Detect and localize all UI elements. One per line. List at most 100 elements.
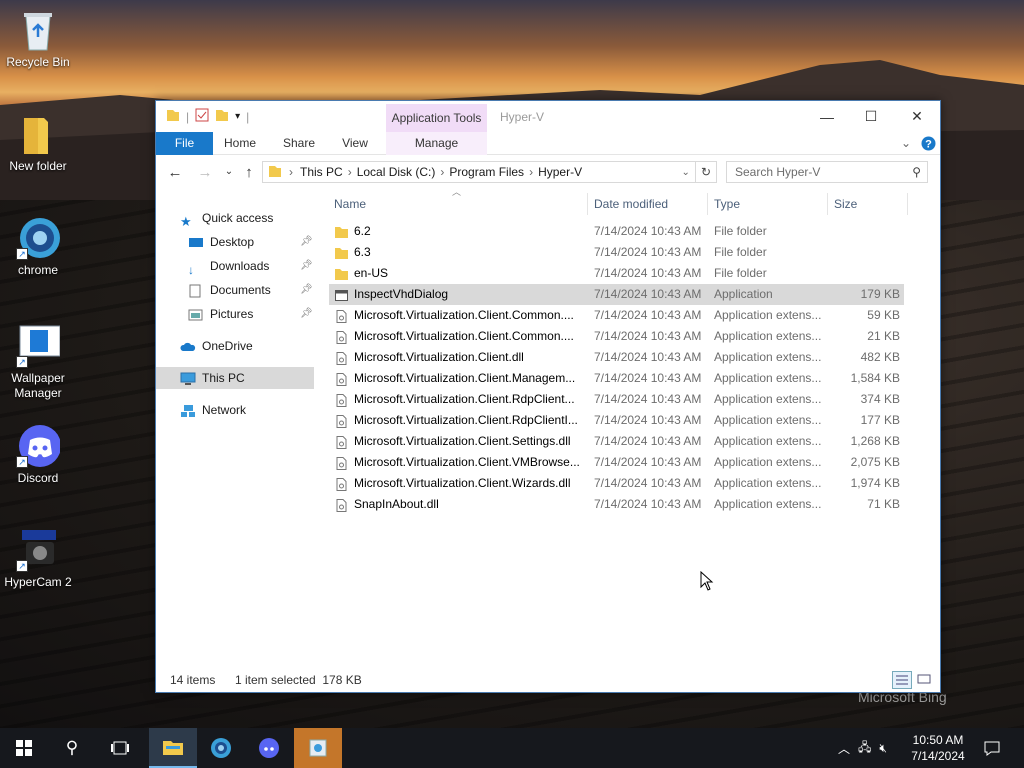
file-row[interactable]: Microsoft.Virtualization.Client.Wizards.… [329,473,904,494]
column-header-date-modified[interactable]: Date modified [588,193,708,215]
new-folder-icon[interactable] [215,108,229,125]
task-view-button[interactable] [96,728,144,768]
nav-documents[interactable]: Documents 📌︎ [156,279,314,301]
desktop-icon-chrome[interactable]: ↗ chrome [0,216,76,278]
file-row[interactable]: Microsoft.Virtualization.Client.dll 7/14/… [329,347,904,368]
file-explorer-window[interactable]: | ▾ | Application Tools Hyper-V — ☐ ✕ Fi… [155,100,941,693]
file-row[interactable]: SnapInAbout.dll 7/14/2024 10:43 AM Applica… [329,494,904,515]
desktop-icon-discord[interactable]: ↗ Discord [0,424,76,486]
search-icon: ⚲ [912,165,921,179]
file-row[interactable]: Microsoft.Virtualization.Client.RdpClien… [329,389,904,410]
file-size [827,221,902,242]
taskbar-file-explorer[interactable] [149,728,197,768]
search-button[interactable]: ⚲ [48,728,96,768]
desktop-icon-label: New folder [9,159,67,173]
file-row[interactable]: 6.2 7/14/2024 10:43 AM File folder [329,221,904,242]
recycle-bin-icon [16,8,60,52]
folder-icon [335,267,348,280]
address-dropdown-icon[interactable]: ⌄ [677,167,695,178]
nav-downloads[interactable]: ↓ Downloads 📌︎ [156,255,314,277]
desktop-icon-new-folder[interactable]: New folder [0,112,76,174]
file-row[interactable]: en-US 7/14/2024 10:43 AM File folder [329,263,904,284]
tab-home[interactable]: Home [218,132,262,155]
desktop-icon-hypercam[interactable]: ↗ HyperCam 2 [0,528,76,590]
large-icons-view-icon[interactable] [916,671,934,689]
column-header-name[interactable]: Name [328,193,588,215]
tab-manage[interactable]: Manage [386,132,487,155]
file-row[interactable]: Microsoft.Virtualization.Client.VMBrowse… [329,452,904,473]
column-header-size[interactable]: Size [828,193,908,215]
breadcrumb-local-disk[interactable]: Local Disk (C:) [352,165,441,179]
up-arrow-icon[interactable]: ↑ [240,164,258,181]
maximize-button[interactable]: ☐ [848,101,894,132]
desktop-icon-wallpaper-manager[interactable]: ↗ Wallpaper Manager [0,324,76,401]
volume-muted-icon[interactable]: 🔇︎ [879,741,887,756]
minimize-button[interactable]: — [804,101,850,132]
window-title: Hyper-V [500,110,545,124]
file-date: 7/14/2024 10:43 AM [594,266,702,280]
start-button[interactable] [0,728,48,768]
shortcut-arrow-icon: ↗ [16,560,28,572]
file-row[interactable]: Microsoft.Virtualization.Client.RdpClien… [329,410,904,431]
close-button[interactable]: ✕ [894,101,940,132]
nav-this-pc[interactable]: This PC [156,367,314,389]
properties-icon[interactable] [195,108,209,125]
details-view-icon[interactable] [892,671,912,689]
taskbar-discord[interactable] [245,728,293,768]
nav-network[interactable]: Network [156,399,314,421]
title-bar[interactable]: | ▾ | Application Tools Hyper-V — ☐ ✕ [156,101,940,132]
file-row[interactable]: Microsoft.Virtualization.Client.Common..… [329,305,904,326]
expand-ribbon-icon[interactable]: ⌄ [898,132,914,155]
pin-icon[interactable]: 📌︎ [300,303,313,325]
file-type: Application [714,287,773,301]
tab-share[interactable]: Share [277,132,321,155]
chevron-down-icon[interactable]: ▾ [235,111,240,122]
search-input[interactable]: Search Hyper-V ⚲ [726,161,928,183]
network-status-icon[interactable]: 🖧︎ [858,738,871,759]
file-name-cell: 6.3 [329,242,587,263]
desktop-icon-recycle-bin[interactable]: Recycle Bin [0,8,76,70]
file-row[interactable]: Microsoft.Virtualization.Client.Managem.… [329,368,904,389]
notifications-button[interactable] [974,728,1010,768]
system-tray: ︿ 🖧︎ 🔇︎ [838,728,895,768]
file-name: 6.2 [354,224,371,238]
cloud-icon [180,339,196,353]
clock-time: 10:50 AM [912,733,964,747]
taskbar-app[interactable] [294,728,342,768]
separator: | [246,109,250,124]
picture-icon [188,307,204,321]
file-name: Microsoft.Virtualization.Client.Settings… [354,434,571,448]
show-hidden-icons-chevron-icon[interactable]: ︿ [838,740,850,757]
file-row[interactable]: Microsoft.Virtualization.Client.Common..… [329,326,904,347]
taskbar-chrome[interactable] [197,728,245,768]
recent-locations-chevron-icon[interactable]: ⌄ [220,166,238,177]
desktop-icon-label: Wallpaper Manager [11,371,65,400]
pin-icon[interactable]: 📌︎ [300,231,313,253]
address-bar[interactable]: › This PC › Local Disk (C:) › Program Fi… [262,161,717,183]
nav-desktop[interactable]: Desktop 📌︎ [156,231,314,253]
forward-arrow-icon[interactable]: → [196,164,214,181]
file-name: Microsoft.Virtualization.Client.Common..… [354,308,574,322]
breadcrumb-program-files[interactable]: Program Files [444,165,529,179]
column-header-type[interactable]: Type [708,193,828,215]
file-name: Microsoft.Virtualization.Client.dll [354,350,524,364]
file-row[interactable]: InspectVhdDialog 7/14/2024 10:43 AM Applic… [329,284,904,305]
file-size: 21 KB [867,329,900,343]
tab-view[interactable]: View [333,132,377,155]
breadcrumb-hyper-v[interactable]: Hyper-V [533,165,587,179]
help-icon[interactable]: ? [920,132,936,155]
file-type: Application extens... [714,392,822,406]
refresh-icon[interactable]: ↻ [694,162,716,182]
pin-icon[interactable]: 📌︎ [300,255,313,277]
system-clock[interactable]: 10:50 AM 7/14/2024 [905,732,971,764]
back-arrow-icon[interactable]: ← [166,164,184,181]
file-row[interactable]: 6.3 7/14/2024 10:43 AM File folder [329,242,904,263]
nav-onedrive[interactable]: OneDrive [156,335,314,357]
file-row[interactable]: Microsoft.Virtualization.Client.Settings… [329,431,904,452]
hypercam-icon: ↗ [16,528,60,572]
nav-quick-access[interactable]: ★ Quick access [156,207,314,229]
tab-file[interactable]: File [156,132,213,155]
pin-icon[interactable]: 📌︎ [300,279,313,301]
nav-pictures[interactable]: Pictures 📌︎ [156,303,314,325]
breadcrumb-this-pc[interactable]: This PC [295,165,348,179]
